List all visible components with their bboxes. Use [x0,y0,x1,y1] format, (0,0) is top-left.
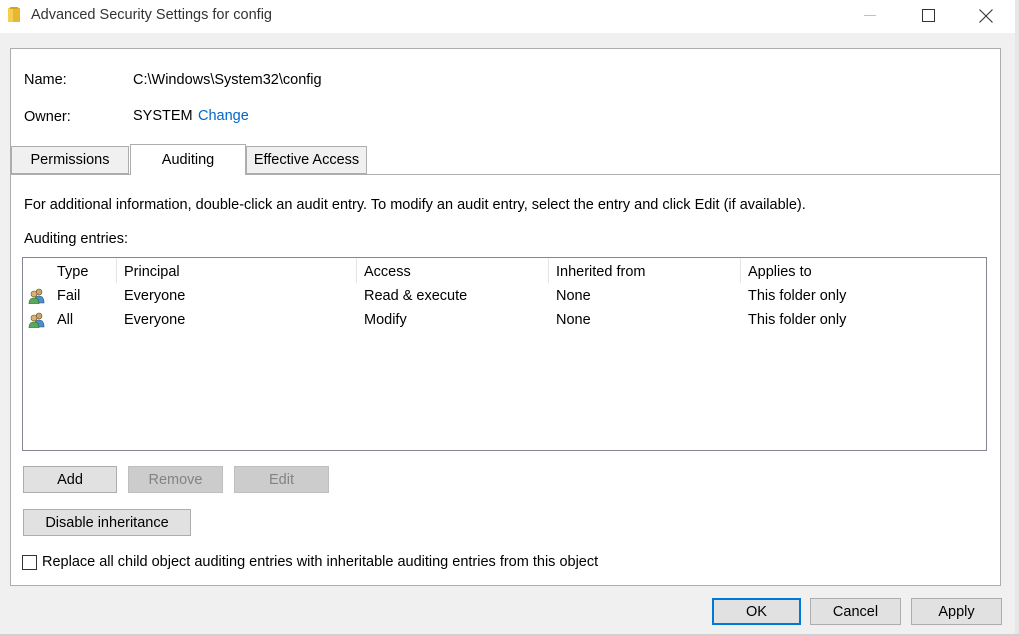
column-separator[interactable] [548,258,549,283]
entry-inherited-from: None [556,288,591,304]
tab-auditing[interactable]: Auditing [130,144,246,175]
entry-principal: Everyone [124,288,186,304]
entry-type: Fail [57,288,81,304]
column-header-applies-to[interactable]: Applies to [748,264,812,280]
replace-child-entries-label[interactable]: Replace all child object auditing entrie… [42,554,598,570]
entry-applies-to: This folder only [748,288,847,304]
column-header-access[interactable]: Access [364,264,411,280]
owner-label: Owner: [24,109,71,125]
entry-inherited-from: None [556,312,591,328]
title-bar: Advanced Security Settings for config [0,0,1015,33]
entry-applies-to: This folder only [748,312,847,328]
apply-button[interactable]: Apply [911,598,1002,625]
users-icon [28,312,45,328]
add-button[interactable]: Add [23,466,117,493]
tab-permissions[interactable]: Permissions [11,146,129,174]
advanced-security-window: Advanced Security Settings for config Na… [0,0,1015,634]
auditing-entries-label: Auditing entries: [24,231,128,247]
disable-inheritance-button[interactable]: Disable inheritance [23,509,191,536]
remove-button[interactable]: Remove [128,466,223,493]
close-icon [979,8,993,23]
entry-access: Modify [364,312,407,328]
close-button[interactable] [957,0,1015,31]
cancel-button[interactable]: Cancel [810,598,901,625]
ok-button[interactable]: OK [712,598,801,625]
auditing-entries-list[interactable]: Type Principal Access Inherited from App… [22,257,987,451]
maximize-button[interactable] [899,0,957,31]
change-owner-link[interactable]: Change [198,108,249,124]
column-separator[interactable] [356,258,357,283]
minimize-button[interactable] [841,0,899,31]
name-label: Name: [24,72,67,88]
entry-principal: Everyone [124,312,186,328]
column-separator[interactable] [116,258,117,283]
auditing-description: For additional information, double-click… [24,197,806,213]
folder-icon [8,7,20,22]
window-title: Advanced Security Settings for config [31,7,272,23]
replace-child-entries-checkbox[interactable] [22,555,37,570]
users-icon [28,288,45,304]
tab-effective-access[interactable]: Effective Access [246,146,367,174]
table-row[interactable]: All Everyone Modify None This folder onl… [23,309,986,333]
edit-button[interactable]: Edit [234,466,329,493]
owner-value: SYSTEM [133,108,193,124]
column-header-type[interactable]: Type [57,264,88,280]
minimize-icon [864,14,876,16]
name-value: C:\Windows\System32\config [133,72,322,88]
column-header-principal[interactable]: Principal [124,264,180,280]
table-row[interactable]: Fail Everyone Read & execute None This f… [23,285,986,309]
column-header-inherited-from[interactable]: Inherited from [556,264,645,280]
entry-type: All [57,312,74,328]
column-separator[interactable] [740,258,741,283]
maximize-icon [921,9,935,22]
background-window-edge [1015,0,1019,636]
entry-access: Read & execute [364,288,468,304]
